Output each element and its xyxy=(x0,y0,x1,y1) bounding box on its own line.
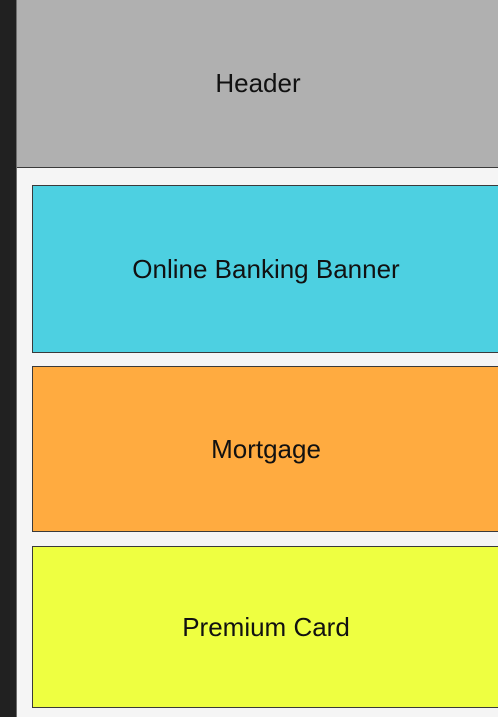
header-label: Header xyxy=(215,68,301,98)
mortgage-label: Mortgage xyxy=(211,433,321,464)
header-block: Header xyxy=(17,0,498,168)
online-banking-banner-block: Online Banking Banner xyxy=(32,185,498,353)
mortgage-block: Mortgage xyxy=(32,366,498,532)
premium-card-block: Premium Card xyxy=(32,546,498,708)
online-banking-banner-label: Online Banking Banner xyxy=(132,253,400,284)
page-canvas: Header Online Banking Banner Mortgage Pr… xyxy=(16,0,498,717)
premium-card-label: Premium Card xyxy=(182,611,350,642)
